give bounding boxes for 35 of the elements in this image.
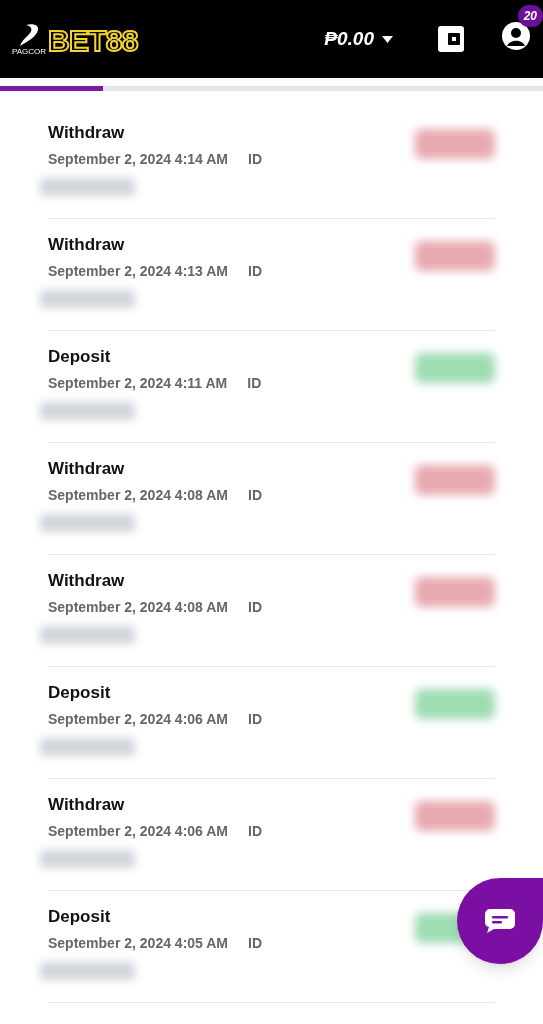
id-label: ID — [247, 374, 262, 393]
transaction-type: Deposit — [48, 682, 112, 704]
transaction-type: Withdraw — [48, 570, 126, 592]
profile-button[interactable] — [501, 20, 531, 51]
logo-text: BET88 — [48, 26, 138, 56]
transaction-type: Withdraw — [48, 234, 126, 256]
chat-icon — [484, 908, 516, 934]
transaction-date: September 2, 2024 4:14 AM — [48, 150, 228, 169]
logo-caption: PAGCOR — [12, 48, 47, 56]
transaction-date: September 2, 2024 4:06 AM — [48, 710, 228, 729]
balance-dropdown[interactable]: ₱0.00 — [324, 24, 393, 54]
id-label: ID — [248, 262, 262, 281]
transaction-date: September 2, 2024 4:08 AM — [48, 486, 228, 505]
transaction-date: September 2, 2024 4:11 AM — [48, 374, 228, 393]
id-label: ID — [248, 598, 262, 617]
id-label: ID — [248, 934, 262, 953]
transaction-type: Withdraw — [48, 794, 126, 816]
id-label: ID — [248, 150, 262, 169]
wallet-button[interactable] — [437, 25, 465, 53]
chat-button[interactable] — [457, 878, 543, 964]
transaction-type: Withdraw — [48, 458, 126, 480]
transaction-type: Withdraw — [48, 122, 126, 144]
user-icon — [501, 20, 531, 51]
notification-badge: 20 — [517, 4, 543, 27]
transaction-type: Deposit — [48, 906, 112, 928]
transaction-date: September 2, 2024 4:05 AM — [48, 934, 228, 953]
transaction-date: September 2, 2024 4:08 AM — [48, 598, 228, 617]
id-label: ID — [248, 822, 262, 841]
caret-icon — [382, 35, 393, 43]
transaction-date: September 2, 2024 4:06 AM — [48, 822, 228, 841]
transaction-type: Deposit — [48, 346, 112, 368]
id-label: ID — [248, 486, 262, 505]
wallet-icon — [437, 25, 465, 53]
transaction-date: September 2, 2024 4:13 AM — [48, 262, 228, 281]
id-label: ID — [248, 710, 262, 729]
